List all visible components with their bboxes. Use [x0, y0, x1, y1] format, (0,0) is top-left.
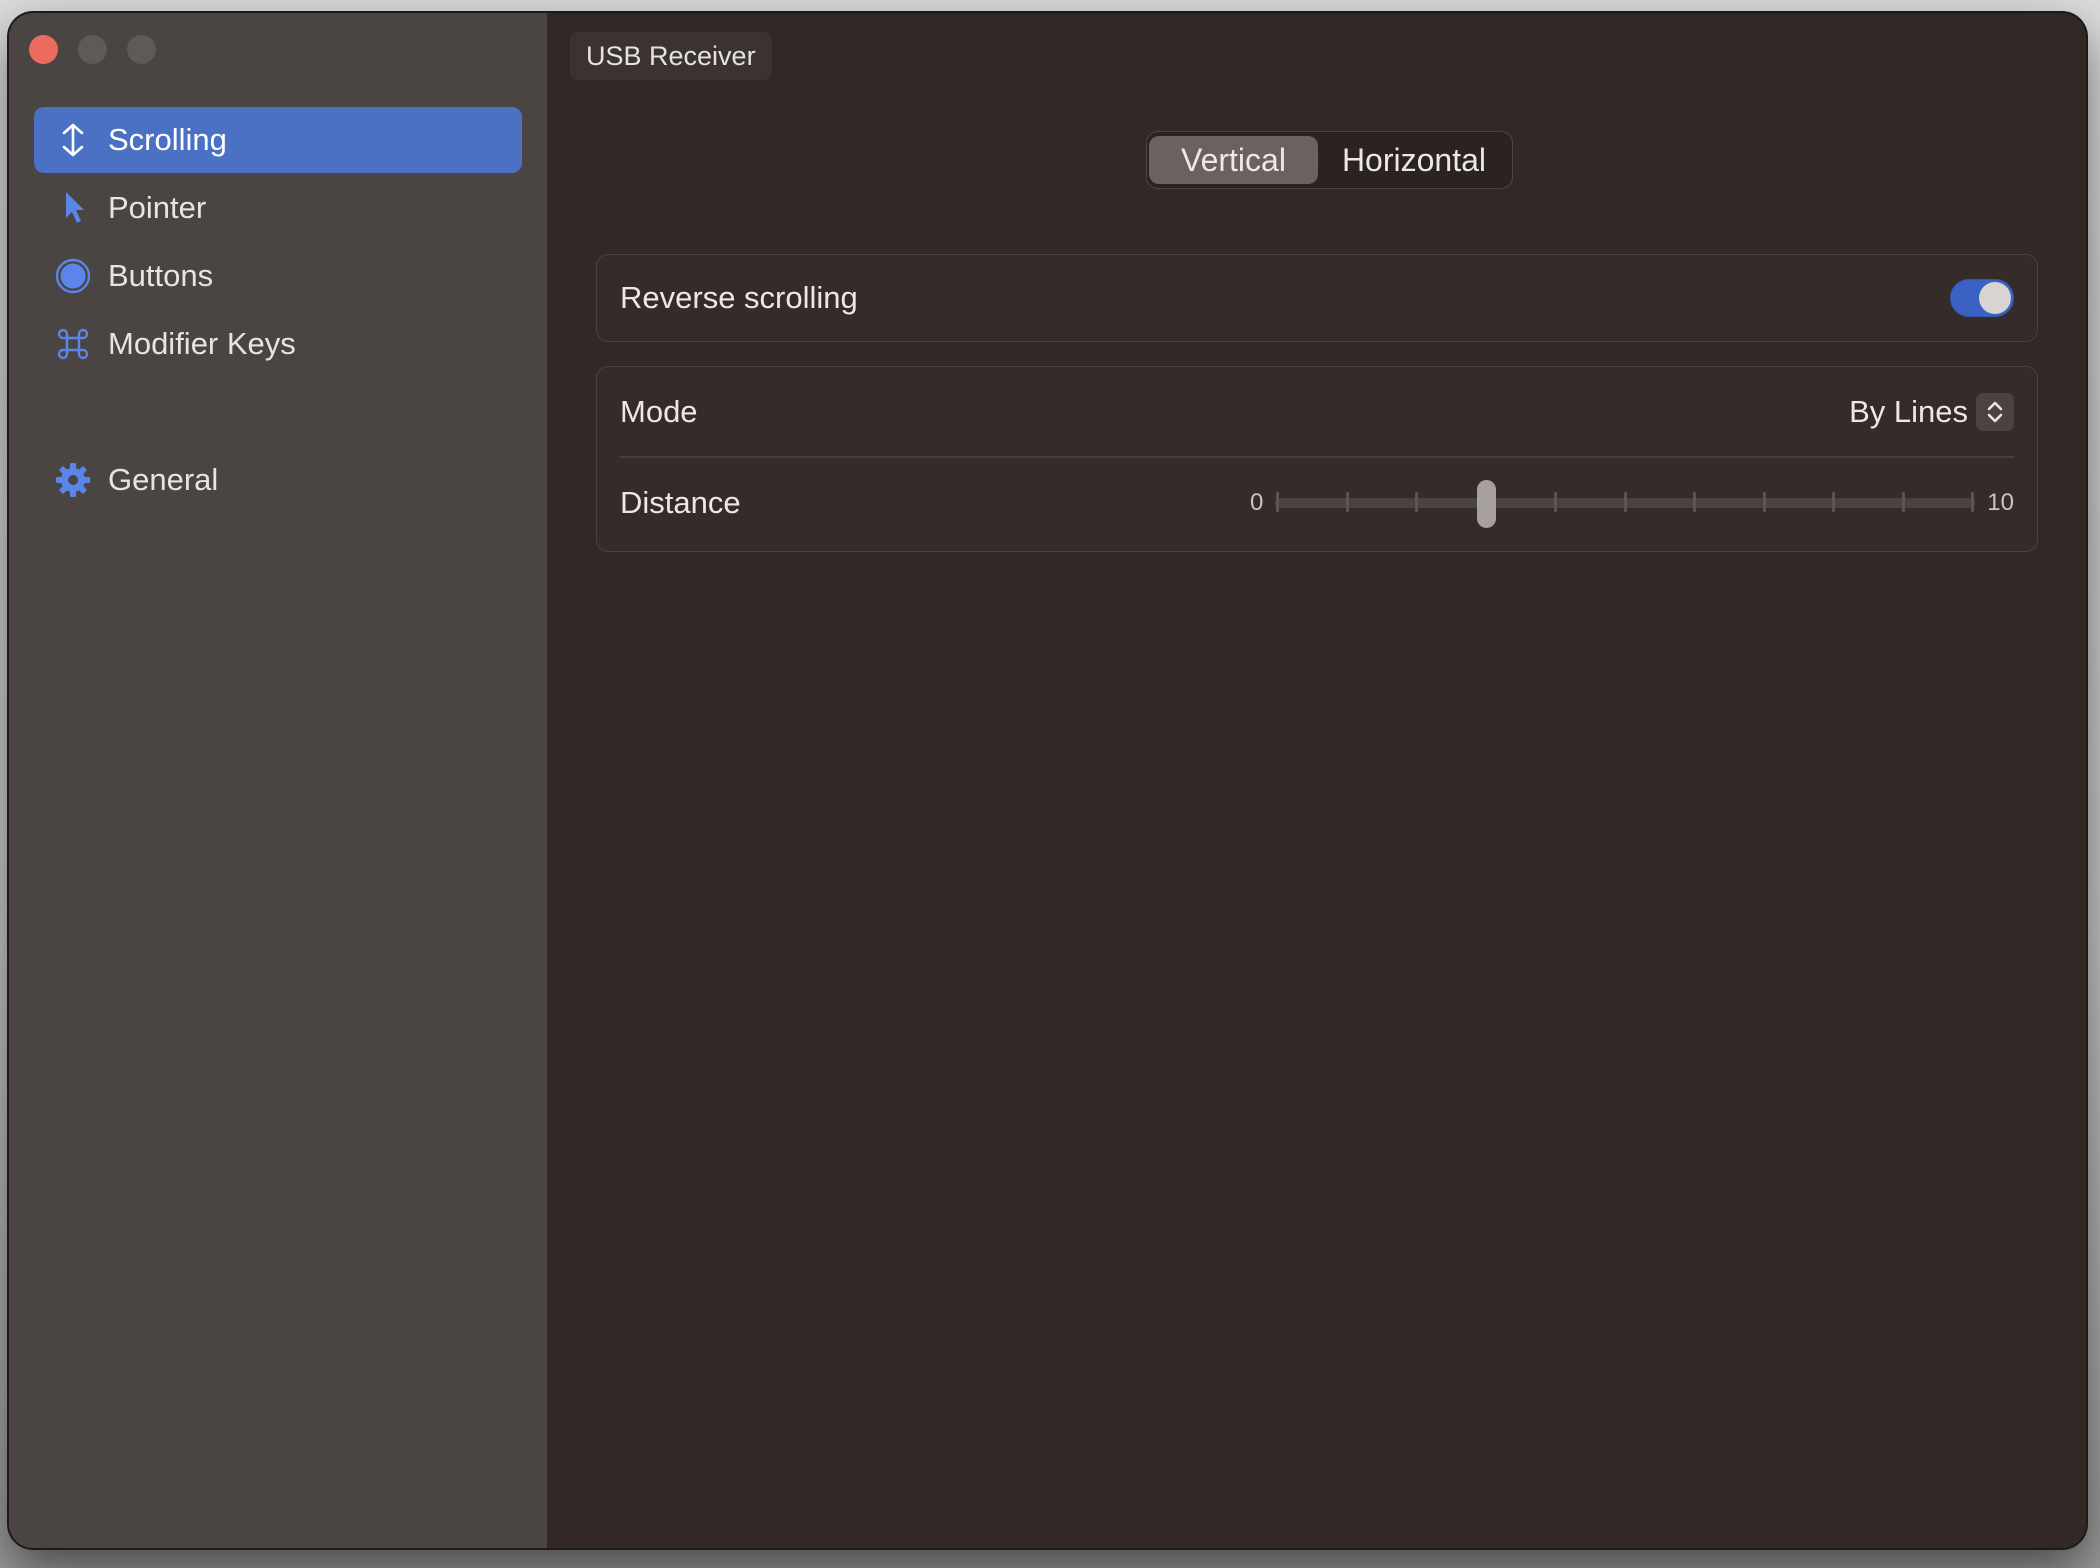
distance-row: Distance 0 10	[620, 457, 2014, 549]
sidebar-item-pointer[interactable]: Pointer	[34, 175, 522, 241]
sidebar-item-label: Buttons	[108, 258, 214, 293]
reverse-scrolling-toggle[interactable]	[1950, 279, 2014, 317]
slider-tick	[1762, 492, 1766, 512]
minimize-window-button[interactable]	[78, 35, 107, 64]
sidebar-item-modifier-keys[interactable]: Modifier Keys	[34, 311, 522, 377]
mode-popup-button[interactable]: By Lines	[1849, 392, 2014, 431]
slider-tick	[1901, 492, 1905, 512]
sidebar-nav: Scrolling Pointer Buttons Modifier Keys	[34, 107, 522, 515]
slider-tick	[1345, 492, 1349, 512]
sidebar-item-label: Scrolling	[108, 122, 227, 157]
mode-row: Mode By Lines	[620, 367, 2014, 456]
app-window: Scrolling Pointer Buttons Modifier Keys	[9, 13, 2086, 1548]
slider-tick	[1623, 492, 1627, 512]
reverse-scrolling-row: Reverse scrolling	[620, 255, 2014, 341]
main-pane: USB Receiver Vertical Horizontal Reverse…	[547, 13, 2086, 1548]
circle-button-icon	[54, 257, 92, 295]
command-key-icon	[54, 325, 92, 363]
slider-tick	[1832, 492, 1836, 512]
sidebar: Scrolling Pointer Buttons Modifier Keys	[9, 13, 547, 1548]
traffic-lights	[29, 35, 156, 64]
sidebar-item-buttons[interactable]: Buttons	[34, 243, 522, 309]
toggle-knob	[1979, 282, 2011, 314]
sidebar-item-label: Pointer	[108, 190, 207, 225]
slider-tick	[1554, 492, 1558, 512]
slider-tick	[1693, 492, 1697, 512]
sidebar-item-scrolling[interactable]: Scrolling	[34, 107, 522, 173]
slider-thumb[interactable]	[1477, 480, 1497, 528]
maximize-window-button[interactable]	[127, 35, 156, 64]
orientation-segmented-control: Vertical Horizontal	[1146, 131, 1513, 189]
gear-icon	[54, 461, 92, 499]
slider-tick	[1415, 492, 1419, 512]
close-window-button[interactable]	[29, 35, 58, 64]
arrow-up-down-icon	[54, 121, 92, 159]
distance-label: Distance	[620, 485, 741, 520]
distance-slider[interactable]	[1275, 478, 1976, 528]
distance-min-label: 0	[1249, 489, 1264, 516]
segment-horizontal[interactable]: Horizontal	[1318, 136, 1510, 184]
sidebar-item-label: General	[108, 462, 219, 497]
distance-slider-group: 0 10	[1250, 478, 2014, 528]
sidebar-item-general[interactable]: General	[34, 447, 522, 513]
mode-value: By Lines	[1849, 393, 1968, 429]
pointer-arrow-icon	[54, 189, 92, 227]
segment-vertical[interactable]: Vertical	[1149, 136, 1318, 184]
reverse-scrolling-card: Reverse scrolling	[596, 254, 2038, 342]
mode-distance-card: Mode By Lines Distance 0 10	[596, 366, 2038, 552]
chevron-up-down-icon	[1976, 392, 2014, 431]
slider-tick	[1971, 492, 1975, 512]
window-title: USB Receiver	[570, 32, 772, 80]
slider-tick	[1276, 492, 1280, 512]
distance-max-label: 10	[1987, 489, 2014, 516]
reverse-scrolling-label: Reverse scrolling	[620, 280, 858, 315]
sidebar-item-label: Modifier Keys	[108, 326, 296, 361]
mode-label: Mode	[620, 393, 698, 429]
